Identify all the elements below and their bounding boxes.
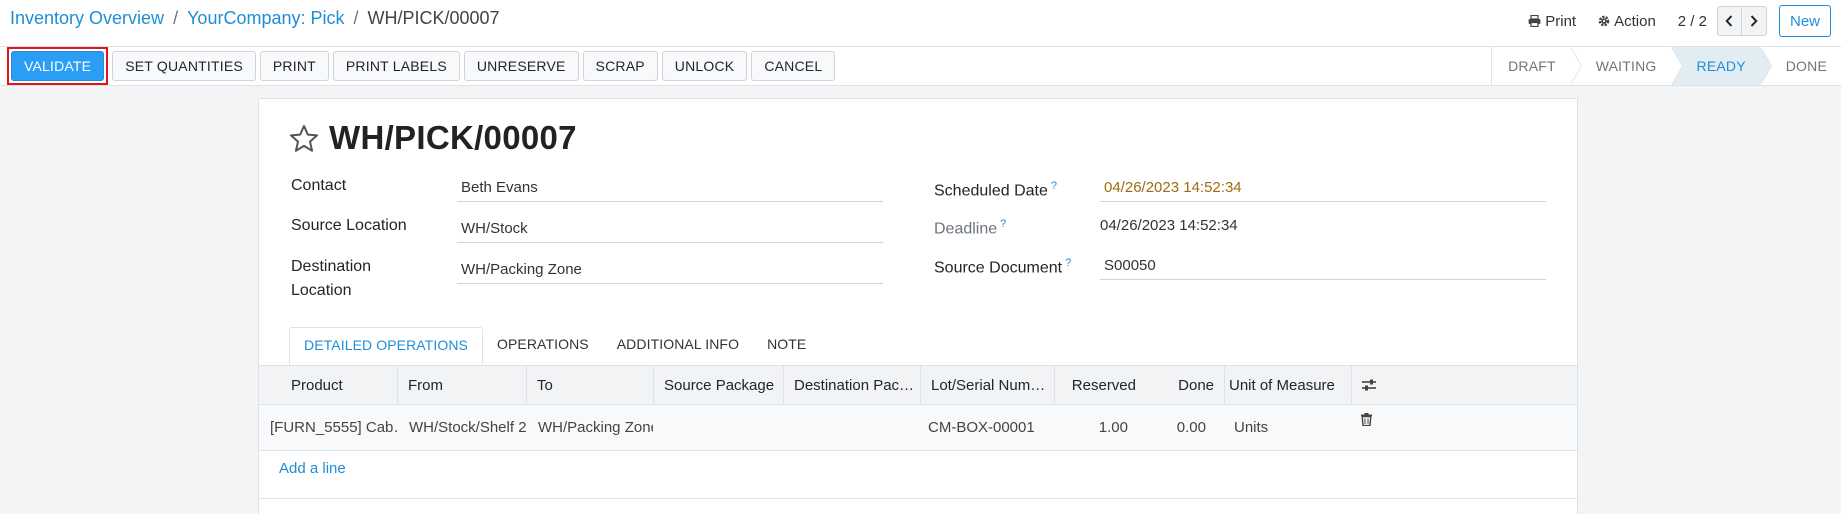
table-row[interactable]: [FURN_5555] Cab… WH/Stock/Shelf 2 WH/Pac… [259, 405, 1577, 451]
help-icon[interactable]: ? [1065, 257, 1071, 269]
breadcrumb-separator: / [353, 8, 359, 28]
scheduled-date-label: Scheduled Date? [934, 174, 1057, 203]
control-panel: Inventory Overview / YourCompany: Pick /… [0, 0, 1841, 47]
source-location-label: Source Location [291, 217, 407, 234]
tab-detailed-operations[interactable]: DETAILED OPERATIONS [289, 327, 483, 365]
column-unit-of-measure[interactable]: Unit of Measure [1224, 366, 1351, 405]
cell-from[interactable]: WH/Stock/Shelf 2 [397, 405, 526, 451]
breadcrumb-separator: / [173, 8, 179, 28]
add-line-row [259, 451, 1577, 499]
column-lot-serial[interactable]: Lot/Serial Num… [920, 366, 1054, 405]
tab-note[interactable]: NOTE [753, 327, 820, 365]
deadline-label-text: Deadline [934, 220, 998, 238]
breadcrumb: Inventory Overview / YourCompany: Pick /… [10, 8, 500, 29]
deadline-value: 04/26/2023 14:52:34 [1100, 217, 1238, 234]
top-actions: Print Action 2 / 2 New [1528, 5, 1831, 37]
action-buttons: VALIDATE SET QUANTITIES PRINT PRINT LABE… [7, 47, 839, 85]
scheduled-date-label-text: Scheduled Date [934, 182, 1048, 200]
cell-reserved: 1.00 [1098, 419, 1128, 436]
gear-icon [1598, 15, 1610, 27]
breadcrumb-current: WH/PICK/00007 [367, 8, 500, 28]
chevron-right-icon [1750, 15, 1758, 27]
source-document-label-text: Source Document [934, 259, 1063, 277]
print-labels-button[interactable]: PRINT LABELS [332, 51, 460, 81]
stage-draft-label: DRAFT [1508, 58, 1556, 74]
stage-ready-label: READY [1696, 58, 1746, 74]
table-header: Product From To Source Package Destinati… [259, 365, 1577, 405]
pager-previous-button[interactable] [1716, 6, 1742, 36]
star-icon[interactable] [289, 124, 319, 153]
print-menu[interactable]: Print [1528, 13, 1576, 30]
help-icon[interactable]: ? [1000, 218, 1006, 230]
pager-value[interactable]: 2 / 2 [1678, 13, 1707, 30]
breadcrumb-inventory-overview[interactable]: Inventory Overview [10, 8, 164, 29]
column-done[interactable]: Done [1146, 366, 1224, 405]
validate-button[interactable]: VALIDATE [11, 51, 105, 81]
tab-additional-info[interactable]: ADDITIONAL INFO [603, 327, 753, 365]
form-sheet: WH/PICK/00007 Contact Beth Evans Source … [258, 98, 1578, 514]
print-menu-label: Print [1545, 12, 1577, 30]
stage-waiting-label: WAITING [1595, 58, 1657, 74]
source-document-field[interactable]: S00050 [1100, 253, 1546, 280]
cell-unit-of-measure[interactable]: Units [1224, 405, 1351, 451]
cancel-button[interactable]: CANCEL [751, 51, 836, 81]
detailed-operations-table: Product From To Source Package Destinati… [259, 365, 1577, 499]
status-stages: DRAFT WAITING READY DONE [1491, 47, 1841, 85]
chevron-left-icon [1725, 15, 1733, 27]
column-destination-package[interactable]: Destination Pac… [783, 366, 920, 405]
column-from[interactable]: From [397, 366, 526, 405]
add-line-link[interactable]: Add a line [279, 460, 346, 477]
stage-waiting[interactable]: WAITING [1569, 47, 1683, 85]
action-menu[interactable]: Action [1598, 13, 1656, 30]
printer-icon [1528, 15, 1541, 27]
print-button[interactable]: PRINT [259, 51, 329, 81]
stage-draft[interactable]: DRAFT [1491, 47, 1582, 85]
cell-to[interactable]: WH/Packing Zone [526, 405, 653, 451]
unlock-button[interactable]: UNLOCK [661, 51, 748, 81]
set-quantities-button[interactable]: SET QUANTITIES [112, 51, 256, 81]
scrap-button[interactable]: SCRAP [582, 51, 658, 81]
contact-label: Contact [291, 177, 347, 194]
tab-operations[interactable]: OPERATIONS [483, 327, 603, 365]
column-reserved[interactable]: Reserved [1054, 366, 1146, 405]
column-to[interactable]: To [526, 366, 653, 405]
breadcrumb-operation-type[interactable]: YourCompany: Pick [187, 8, 344, 29]
column-product[interactable]: Product [259, 366, 397, 405]
source-document-label: Source Document? [934, 251, 1071, 280]
record-title: WH/PICK/00007 [289, 119, 577, 157]
contact-field[interactable]: Beth Evans [457, 175, 883, 202]
trash-icon [1361, 413, 1372, 427]
deadline-label: Deadline? [934, 212, 1006, 241]
help-icon[interactable]: ? [1051, 180, 1057, 192]
destination-location-label: Destination Location [291, 258, 372, 299]
validate-highlight: VALIDATE [7, 47, 109, 85]
optional-columns-toggle[interactable] [1351, 366, 1385, 405]
page-title: WH/PICK/00007 [329, 119, 577, 156]
stage-done[interactable]: DONE [1759, 47, 1841, 85]
column-source-package[interactable]: Source Package [653, 366, 783, 405]
sliders-icon [1362, 379, 1376, 391]
source-location-field[interactable]: WH/Stock [457, 216, 883, 243]
destination-location-field[interactable]: WH/Packing Zone [457, 257, 883, 284]
form-statusbar: VALIDATE SET QUANTITIES PRINT PRINT LABE… [0, 47, 1841, 86]
cell-destination-package[interactable] [783, 405, 920, 451]
cell-product[interactable]: [FURN_5555] Cab… [259, 405, 397, 451]
cell-source-package[interactable] [653, 405, 783, 451]
pager-next-button[interactable] [1741, 6, 1767, 36]
stage-ready[interactable]: READY [1670, 47, 1772, 85]
action-menu-label: Action [1614, 12, 1656, 30]
delete-row-button[interactable] [1351, 405, 1385, 451]
notebook-tabs: DETAILED OPERATIONS OPERATIONS ADDITIONA… [289, 327, 820, 365]
new-button[interactable]: New [1778, 5, 1831, 37]
stage-done-label: DONE [1785, 58, 1827, 74]
unreserve-button[interactable]: UNRESERVE [463, 51, 579, 81]
cell-lot-serial[interactable]: CM-BOX-00001 [920, 405, 1054, 451]
scheduled-date-field[interactable]: 04/26/2023 14:52:34 [1100, 175, 1546, 202]
cell-done[interactable]: 0.00 [1146, 405, 1224, 451]
